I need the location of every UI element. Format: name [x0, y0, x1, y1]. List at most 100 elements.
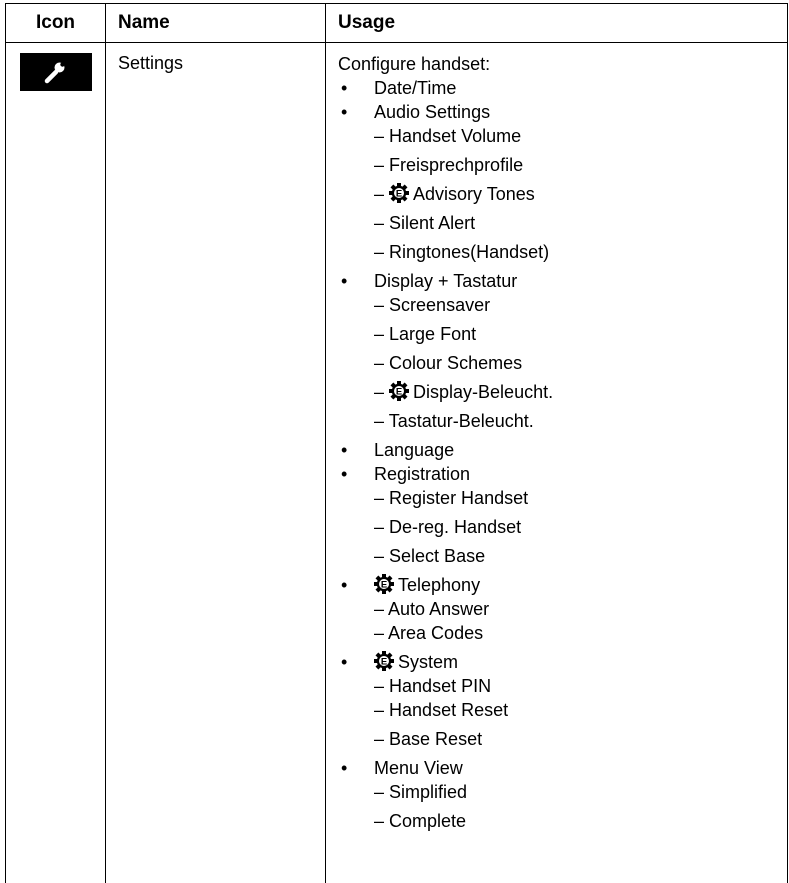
- usage-subitem: – De-reg. Handset: [338, 516, 787, 545]
- usage-item-label: System: [398, 652, 459, 672]
- dash-mark: –: [374, 411, 385, 431]
- usage-subitem-label: De-reg. Handset: [389, 517, 522, 537]
- expert-mode-gear-icon: E: [389, 381, 410, 407]
- usage-intro: Configure handset:: [338, 54, 491, 74]
- bullet-mark: •: [341, 78, 348, 98]
- usage-subitem: – Ringtones(Handset): [338, 241, 787, 270]
- bullet-mark: •: [341, 440, 348, 460]
- usage-subitem-label: Silent Alert: [389, 213, 476, 233]
- dash-mark: –: [374, 599, 385, 619]
- usage-subitem-label: Handset Reset: [389, 700, 509, 720]
- header-usage: Usage: [325, 3, 788, 43]
- usage-subitem-label: Simplified: [389, 782, 468, 802]
- usage-item: • Menu View: [338, 757, 787, 781]
- usage-item-label: Language: [374, 440, 455, 460]
- usage-subitem: – Silent Alert: [338, 212, 787, 241]
- usage-item: • Audio Settings: [338, 101, 787, 125]
- usage-subitem-label: Advisory Tones: [413, 184, 535, 204]
- usage-item-label: Display + Tastatur: [374, 271, 518, 291]
- dash-mark: –: [374, 353, 385, 373]
- usage-subitem-label: Display-Beleucht.: [413, 382, 554, 402]
- usage-subitem: – Select Base: [338, 545, 787, 574]
- usage-subitem: – Handset Reset: [338, 699, 787, 728]
- usage-subitem: – Handset Volume: [338, 125, 787, 154]
- dash-mark: –: [374, 700, 385, 720]
- usage-subitem: – Register Handset: [338, 487, 787, 516]
- usage-subitem-label: Ringtones(Handset): [389, 242, 550, 262]
- usage-subitem: – Auto Answer: [338, 598, 787, 622]
- usage-item: • E System: [338, 651, 787, 675]
- dash-mark: –: [374, 546, 385, 566]
- usage-subitem-label: Tastatur-Beleucht.: [388, 411, 534, 431]
- usage-item: • E Telephony: [338, 574, 787, 598]
- dash-mark: –: [374, 295, 385, 315]
- usage-subitem-label: Freisprechprofile: [389, 155, 524, 175]
- bullet-mark: •: [341, 758, 348, 778]
- usage-item: • Display + Tastatur: [338, 270, 787, 294]
- expert-mode-gear-icon: E: [374, 574, 394, 600]
- bullet-mark: •: [341, 652, 348, 672]
- dash-mark: –: [374, 729, 385, 749]
- name-cell: Settings: [105, 42, 326, 883]
- usage-subitem: – Large Font: [338, 323, 787, 352]
- usage-item-label: Date/Time: [374, 78, 457, 98]
- usage-subitem: – Simplified: [338, 781, 787, 810]
- usage-subitem-label: Select Base: [389, 546, 486, 566]
- dash-mark: –: [374, 324, 385, 344]
- dash-mark: –: [374, 676, 385, 696]
- usage-item-label: Audio Settings: [374, 102, 491, 122]
- svg-text:E: E: [381, 580, 387, 591]
- bullet-mark: •: [341, 575, 348, 595]
- usage-subitem-label: Screensaver: [389, 295, 491, 315]
- usage-subitem: – Complete: [338, 810, 787, 839]
- usage-subitem-label: Large Font: [389, 324, 477, 344]
- usage-subitem: – Handset PIN: [338, 675, 787, 699]
- usage-item: • Date/Time: [338, 77, 787, 101]
- usage-item: • Registration: [338, 463, 787, 487]
- svg-text:E: E: [396, 189, 402, 200]
- usage-subitem-label: Auto Answer: [388, 599, 490, 619]
- header-name: Name: [105, 3, 326, 43]
- usage-subitem-label: Complete: [389, 811, 467, 831]
- bullet-mark: •: [341, 271, 348, 291]
- bullet-mark: •: [341, 464, 348, 484]
- table-row: Settings Configure handset: • Date/Time • A…: [5, 42, 788, 883]
- usage-subitem-label: Register Handset: [389, 488, 529, 508]
- header-icon: Icon: [5, 3, 106, 43]
- dash-mark: –: [374, 382, 385, 402]
- usage-subitem: – E Display-Beleucht.: [338, 381, 787, 410]
- wrench-icon: [19, 53, 92, 91]
- usage-subitem: – Screensaver: [338, 294, 787, 323]
- dash-mark: –: [374, 184, 385, 204]
- dash-mark: –: [374, 242, 385, 262]
- usage-subitem: – Area Codes: [338, 622, 787, 651]
- dash-mark: –: [374, 155, 385, 175]
- dash-mark: –: [374, 811, 385, 831]
- dash-mark: –: [374, 623, 385, 643]
- usage-subitem: – Tastatur-Beleucht.: [338, 410, 787, 439]
- usage-subitem-label: Area Codes: [388, 623, 484, 643]
- usage-item-label: Menu View: [374, 758, 463, 778]
- dash-mark: –: [374, 782, 385, 802]
- usage-item-label: Registration: [374, 464, 471, 484]
- usage-subitem: – Freisprechprofile: [338, 154, 787, 183]
- table-header-row: Icon Name Usage: [5, 3, 788, 43]
- svg-text:E: E: [396, 387, 402, 398]
- settings-menu-table: Icon Name Usage Settings Configure hands…: [5, 3, 788, 883]
- dash-mark: –: [374, 517, 385, 537]
- expert-mode-gear-icon: E: [389, 183, 410, 209]
- usage-cell: Configure handset: • Date/Time • Audio Sett…: [325, 42, 788, 883]
- svg-text:E: E: [381, 657, 387, 668]
- usage-item-label: Telephony: [398, 575, 481, 595]
- icon-cell: [5, 42, 106, 883]
- usage-subitem-label: Handset PIN: [389, 676, 492, 696]
- usage-subitem: – Base Reset: [338, 728, 787, 757]
- expert-mode-gear-icon: E: [374, 651, 394, 677]
- usage-subitem-label: Colour Schemes: [389, 353, 523, 373]
- bullet-mark: •: [341, 102, 348, 122]
- dash-mark: –: [374, 213, 385, 233]
- dash-mark: –: [374, 126, 385, 146]
- usage-item: • Language: [338, 439, 787, 463]
- usage-list: • Date/Time • Audio Settings – Handset Volum…: [338, 77, 787, 839]
- usage-subitem: – Colour Schemes: [338, 352, 787, 381]
